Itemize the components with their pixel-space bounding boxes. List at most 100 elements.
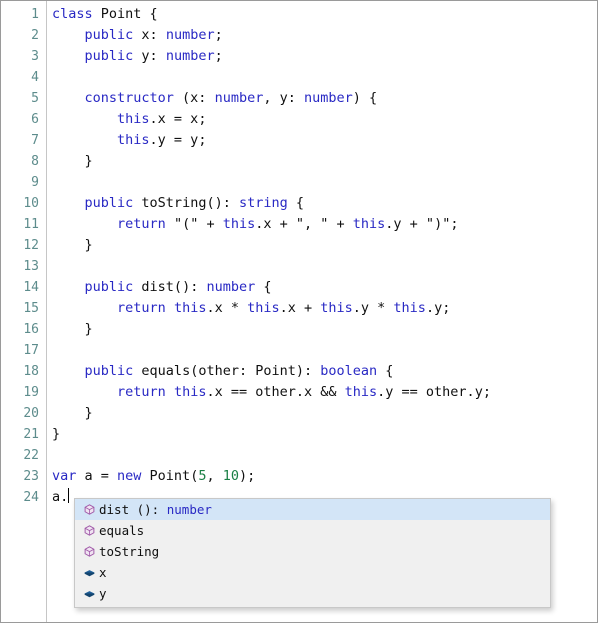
autocomplete-item-label: toString — [99, 544, 160, 559]
code-token: public — [84, 27, 134, 43]
property-icon — [80, 584, 99, 603]
code-token: 10 — [222, 468, 239, 484]
line-number: 13 — [23, 259, 39, 274]
code-line[interactable]: public dist(): number { — [52, 277, 597, 298]
autocomplete-item-label: equals — [99, 523, 145, 538]
line-number: 16 — [23, 322, 39, 337]
line-number: 15 — [23, 301, 39, 316]
code-token: x: — [133, 27, 166, 43]
code-token: { — [287, 195, 305, 211]
code-token: toString(): — [133, 195, 239, 211]
code-token: this — [344, 384, 378, 400]
line-number: 24 — [23, 490, 39, 505]
line-number: 2 — [31, 28, 39, 43]
line-number: 9 — [31, 175, 39, 190]
code-line[interactable]: public equals(other: Point): boolean { — [52, 361, 597, 382]
code-line[interactable] — [52, 445, 597, 466]
autocomplete-item[interactable]: equals — [75, 520, 550, 541]
line-number: 18 — [23, 364, 39, 379]
code-token: .x + — [279, 300, 321, 316]
code-token: .x * — [206, 300, 248, 316]
autocomplete-item[interactable]: dist (): number — [75, 499, 550, 520]
autocomplete-popup[interactable]: dist (): number equals toString x y — [74, 498, 551, 608]
line-number: 11 — [23, 217, 39, 232]
code-line[interactable]: return "(" + this.x + ", " + this.y + ")… — [52, 214, 597, 235]
code-token: .y = y; — [149, 132, 207, 148]
code-line[interactable]: } — [52, 319, 597, 340]
code-line[interactable]: public y: number; — [52, 46, 597, 67]
method-icon — [80, 542, 99, 561]
code-line[interactable]: public x: number; — [52, 25, 597, 46]
code-token: Point { — [92, 6, 158, 22]
line-number-gutter: 1 2 3 4 5 6 7 8 9 10 11 12 13 14 15 16 17 18 19 20 21 22 23 24 — [1, 1, 47, 622]
code-token: { — [255, 279, 272, 295]
code-line[interactable]: } — [52, 424, 597, 445]
code-line[interactable]: class Point { — [52, 4, 597, 25]
code-line[interactable]: } — [52, 403, 597, 424]
code-token: y: — [133, 48, 166, 64]
code-line[interactable] — [52, 340, 597, 361]
line-number: 4 — [31, 70, 39, 85]
code-line[interactable]: constructor (x: number, y: number) { — [52, 88, 597, 109]
code-token: ; — [214, 48, 223, 64]
autocomplete-item[interactable]: toString — [75, 541, 550, 562]
code-line[interactable]: } — [52, 151, 597, 172]
autocomplete-item[interactable]: y — [75, 583, 550, 604]
text-cursor — [68, 488, 70, 503]
code-token: .x == other.x && — [206, 384, 345, 400]
autocomplete-item[interactable]: x — [75, 562, 550, 583]
code-token: boolean — [320, 363, 378, 379]
code-token: var — [52, 468, 77, 484]
code-line[interactable]: this.y = y; — [52, 130, 597, 151]
code-token: .x = x; — [149, 111, 207, 127]
line-number: 14 — [23, 280, 39, 295]
line-number: 19 — [23, 385, 39, 400]
code-token: .y; — [425, 300, 451, 316]
code-token: this — [320, 300, 353, 316]
code-token: constructor — [84, 90, 174, 106]
code-token: .y == other.y; — [377, 384, 491, 400]
code-token: this — [393, 300, 426, 316]
line-number: 5 — [31, 91, 39, 106]
code-token: this — [247, 300, 280, 316]
code-token: , — [206, 468, 223, 484]
line-number: 20 — [23, 406, 39, 421]
autocomplete-item-label: dist — [99, 502, 130, 517]
code-line[interactable]: var a = new Point(5, 10); — [52, 466, 597, 487]
code-token: this — [173, 384, 207, 400]
code-token: } — [52, 426, 61, 442]
code-line[interactable]: return this.x * this.x + this.y * this.y… — [52, 298, 597, 319]
code-line[interactable] — [52, 67, 597, 88]
line-number: 17 — [23, 343, 39, 358]
code-token: number — [303, 90, 353, 106]
editor-body: 1 2 3 4 5 6 7 8 9 10 11 12 13 14 15 16 17 18 19 20 21 22 23 24 … — [1, 1, 597, 622]
code-line[interactable]: return this.x == other.x && this.y == ot… — [52, 382, 597, 403]
line-number: 21 — [23, 427, 39, 442]
line-number: 6 — [31, 112, 39, 127]
code-token: number — [165, 27, 215, 43]
code-token: public — [84, 279, 134, 295]
code-token: this — [117, 132, 150, 148]
code-token: class — [52, 6, 93, 22]
code-token: ; — [214, 27, 223, 43]
code-line[interactable]: public toString(): string { — [52, 193, 597, 214]
line-number: 7 — [31, 133, 39, 148]
method-icon — [80, 500, 99, 519]
code-token: } — [52, 405, 93, 421]
code-line[interactable] — [52, 172, 597, 193]
code-line[interactable] — [52, 256, 597, 277]
code-line[interactable]: this.x = x; — [52, 109, 597, 130]
autocomplete-item-type: number — [159, 502, 212, 517]
code-line[interactable]: } — [52, 235, 597, 256]
code-token: .y * — [352, 300, 394, 316]
code-token: this — [173, 300, 207, 316]
line-number: 12 — [23, 238, 39, 253]
